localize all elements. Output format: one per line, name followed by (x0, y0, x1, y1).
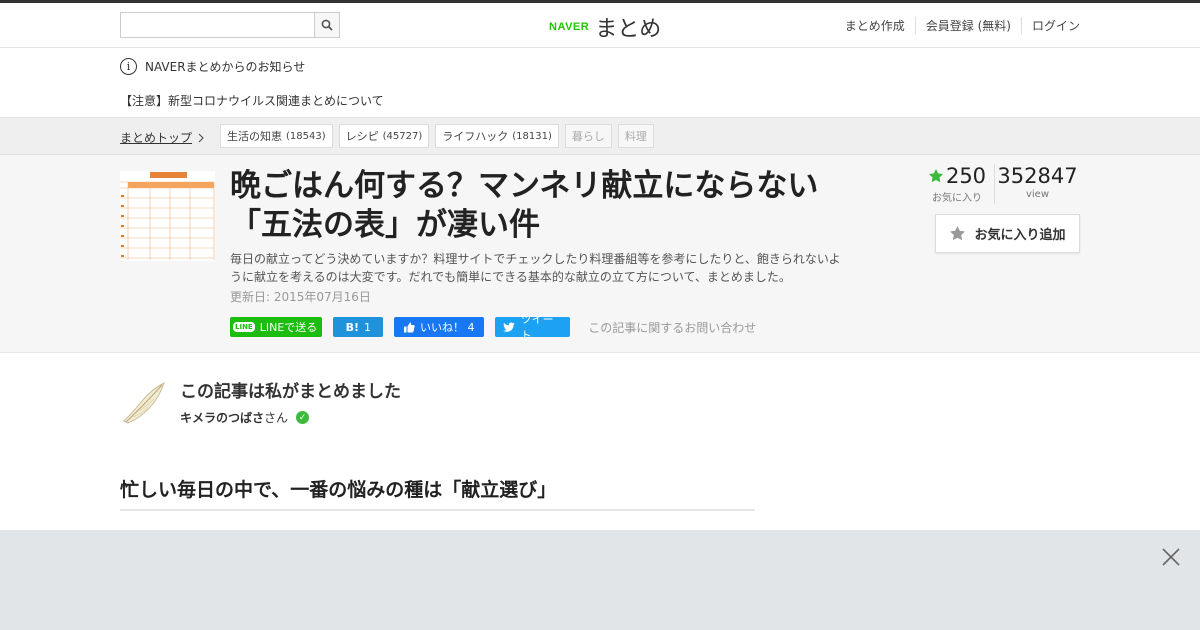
tag-seikatsu-chie[interactable]: 生活の知恵 (18543) (220, 124, 333, 148)
favorites-count-row: 250 (920, 164, 994, 188)
search-input[interactable] (121, 13, 314, 37)
article-header: 晩ごはん何する？マンネリ献立にならない「五法の表」が凄い件 毎日の献立ってどう決… (0, 155, 1200, 353)
close-icon[interactable] (1162, 548, 1180, 566)
author-section: この記事は私がまとめました キメラのつばささん ✓ 忙しい毎日の中で、一番の悩み… (0, 355, 1200, 530)
notice-link[interactable]: 【注意】新型コロナウイルス関連まとめについて (120, 92, 384, 109)
tag-recipe[interactable]: レシピ (45727) (338, 124, 430, 148)
search-icon (321, 19, 333, 31)
author-name-suffix: さん (264, 411, 289, 425)
tweet-label: ツイート (520, 313, 554, 342)
favorites-stat: 250 お気に入り (920, 164, 995, 204)
facebook-like-button[interactable]: いいね！ 4 (394, 317, 485, 337)
nav-register[interactable]: 会員登録 (無料) (914, 17, 1021, 34)
article-updated-date: 更新日: 2015年07月16日 (230, 290, 371, 304)
twitter-bird-icon (503, 321, 516, 332)
tag-count: (18131) (512, 130, 552, 142)
hatena-bookmark-button[interactable]: B! 1 (333, 317, 384, 337)
author-name-wrap[interactable]: キメラのつばささん (180, 409, 288, 426)
tag-label: ライフハック (442, 130, 509, 143)
breadcrumb: まとめトップ 生活の知恵 (18543) レシピ (45727) ライフハック (18… (0, 118, 1200, 155)
views-label: view (1025, 189, 1050, 200)
twitter-tweet-button[interactable]: ツイート (495, 313, 571, 342)
search-button[interactable] (314, 13, 339, 37)
line-share-label: LINEで送る (259, 321, 318, 334)
add-favorite-label: お気に入り追加 (974, 228, 1066, 243)
hatena-icon: B! (345, 320, 359, 334)
tag-list: 生活の知恵 (18543) レシピ (45727) ライフハック (18131) 暮ら… (220, 124, 654, 148)
favorites-count: 250 (945, 164, 987, 188)
ad-overlay (0, 530, 1200, 630)
search-box (120, 12, 340, 38)
notice-title: i NAVERまとめからのお知らせ (120, 58, 305, 75)
views-stat: 352847 view (995, 164, 1080, 204)
facebook-like-label: いいね！ 4 (420, 321, 475, 334)
logo-name: まとめ (595, 17, 662, 42)
favorites-label: お気に入り (932, 193, 982, 204)
line-icon: LINE (233, 322, 255, 332)
site-logo[interactable]: NAVER まとめ (549, 11, 661, 43)
share-bar: LINE LINEで送る B! 1 いいね！ 4 ツイート この記事に関するお問… (230, 313, 756, 342)
tag-lifehack[interactable]: ライフハック (18131) (435, 124, 559, 148)
hatena-count: 1 (363, 320, 371, 334)
tag-label: レシピ (345, 130, 379, 143)
author-avatar[interactable] (120, 379, 168, 427)
article-description: 毎日の献立ってどう決めていますか？料理サイトでチェックしたり料理番組等を参考にし… (230, 252, 841, 284)
article-title: 晩ごはん何する？マンネリ献立にならない「五法の表」が凄い件 (230, 168, 819, 243)
notice-area: i NAVERまとめからのお知らせ 【注意】新型コロナウイルス関連まとめについて (0, 48, 1200, 118)
line-share-button[interactable]: LINE LINEで送る (230, 317, 323, 337)
article-stats: 250 お気に入り 352847 view (920, 164, 1080, 204)
tag-label: 生活の知恵 (227, 130, 282, 143)
author-byline: この記事は私がまとめました (180, 382, 401, 402)
notice-title-text: NAVERまとめからのお知らせ (145, 60, 306, 74)
site-header: NAVER まとめ まとめ作成 会員登録 (無料) ログイン (0, 3, 1200, 48)
star-icon (950, 226, 966, 241)
tag-count: (18543) (286, 130, 326, 142)
nav-create-matome[interactable]: まとめ作成 (835, 17, 915, 34)
chevron-right-icon (198, 133, 204, 142)
check-icon: ✓ (296, 411, 310, 424)
tag-count: (45727) (382, 130, 423, 142)
author-name: キメラのつばさ (180, 411, 265, 425)
logo-brand: NAVER (549, 21, 590, 33)
breadcrumb-home[interactable]: まとめトップ (120, 129, 204, 146)
article-inquiry-link[interactable]: この記事に関するお問い合わせ (588, 319, 756, 336)
info-icon: i (120, 58, 137, 75)
nav-login[interactable]: ログイン (1020, 17, 1080, 34)
header-nav: まとめ作成 会員登録 (無料) ログイン (835, 17, 1080, 34)
thumbs-up-icon (404, 322, 415, 332)
views-count: 352847 (997, 164, 1078, 188)
tag-kurashi[interactable]: 暮らし (564, 124, 612, 148)
section-heading: 忙しい毎日の中で、一番の悩みの種は「献立選び」 (120, 475, 755, 511)
tag-ryouri[interactable]: 料理 (617, 124, 654, 148)
author-name-row: キメラのつばささん ✓ (180, 409, 310, 426)
breadcrumb-home-label: まとめトップ (120, 131, 193, 145)
tag-label: 暮らし (571, 130, 605, 143)
article-thumbnail[interactable] (120, 171, 215, 261)
tag-label: 料理 (624, 130, 647, 143)
add-favorite-button[interactable]: お気に入り追加 (935, 214, 1080, 253)
star-icon (928, 169, 943, 183)
